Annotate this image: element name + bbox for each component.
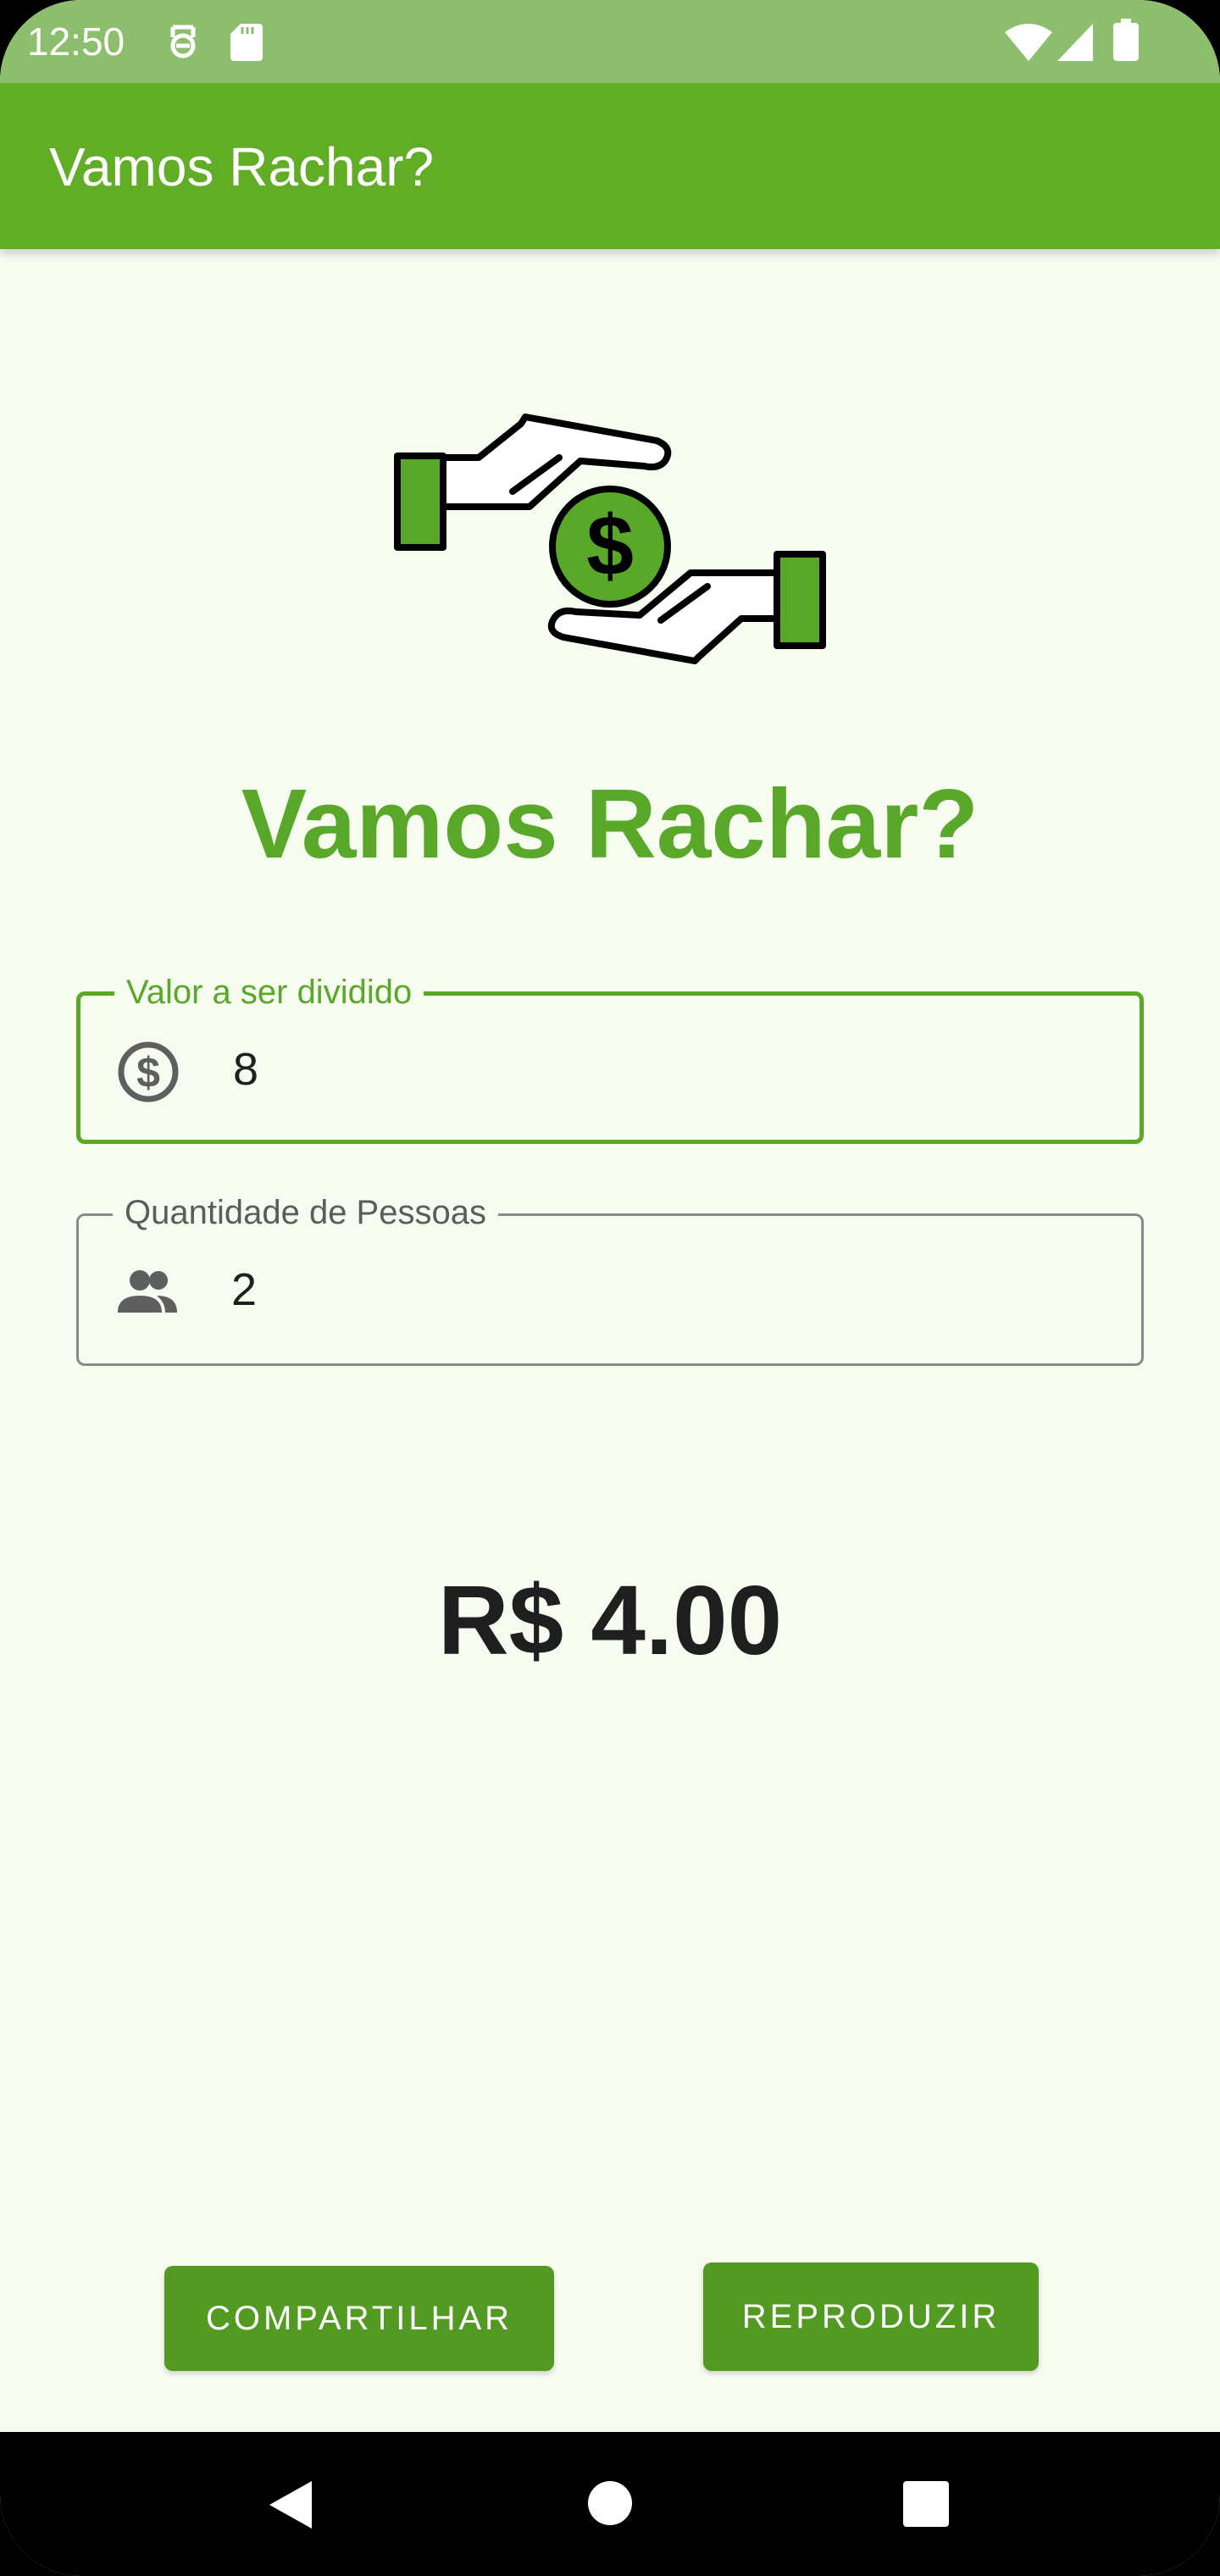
people-field[interactable]: Quantidade de Pessoas — [76, 1194, 1144, 1366]
app-bar-title: Vamos Rachar? — [49, 136, 435, 197]
hands-exchanging-money-icon: $ — [394, 414, 826, 664]
page-heading: Vamos Rachar? — [241, 769, 979, 879]
phone-screen: 12:50 Vamos Rachar? $ Vamos Rachar? Valo… — [0, 0, 1220, 2576]
people-icon — [118, 1270, 177, 1313]
result-value: R$ 4.00 — [437, 1565, 783, 1675]
recents-icon[interactable] — [903, 2481, 949, 2527]
vpn-key-icon — [170, 25, 196, 58]
battery-icon — [1113, 19, 1139, 61]
sd-card-icon — [230, 24, 263, 61]
cellular-signal-icon — [1057, 24, 1093, 61]
play-button[interactable]: REPRODUZIR — [703, 2262, 1039, 2371]
wifi-icon — [1005, 24, 1052, 61]
amount-input[interactable] — [233, 1031, 1097, 1108]
people-field-label: Quantidade de Pessoas — [113, 1194, 498, 1231]
app-bar: Vamos Rachar? — [0, 83, 1220, 249]
people-input[interactable] — [231, 1252, 1095, 1328]
svg-text:$: $ — [136, 1049, 160, 1096]
svg-text:$: $ — [586, 498, 634, 593]
back-icon[interactable] — [266, 2479, 313, 2530]
navigation-bar — [0, 2432, 1220, 2576]
home-icon[interactable] — [586, 2479, 634, 2527]
amount-field-label: Valor a ser dividido — [114, 974, 424, 1011]
amount-field[interactable]: Valor a ser dividido $ — [76, 974, 1144, 1144]
status-time: 12:50 — [27, 19, 125, 64]
status-bar: 12:50 — [0, 0, 1220, 83]
dollar-circle-icon: $ — [118, 1041, 179, 1102]
share-button[interactable]: COMPARTILHAR — [164, 2266, 554, 2371]
